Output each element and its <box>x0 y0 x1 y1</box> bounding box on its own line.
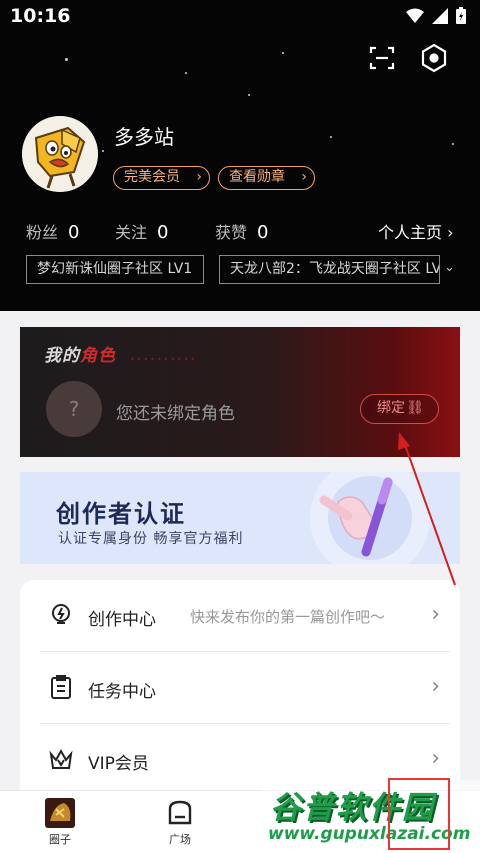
chevron-right-icon: › <box>431 674 440 699</box>
stat-value: 0 <box>68 222 80 243</box>
settings-button[interactable] <box>418 42 450 74</box>
bind-role-button[interactable]: 绑定 ⛓ <box>360 394 439 424</box>
circle-tag[interactable]: 天龙八部2：飞龙战天圈子社区 LV <box>219 255 440 284</box>
chevron-right-icon: › <box>301 169 307 185</box>
status-icons <box>406 7 466 24</box>
profile-header: 10:16 多多站 完美会员 › 查看勋章 › 粉丝 0 关注 0 获赞 0 个… <box>0 0 480 311</box>
stat-likes[interactable]: 获赞 0 <box>215 219 268 243</box>
empty-role-avatar: ? <box>46 381 102 437</box>
link-icon: ⛓ <box>406 400 424 416</box>
star-decoration <box>65 58 68 61</box>
role-title-highlight: 角色 <box>80 346 116 366</box>
role-card-title: 我的角色 <box>44 341 116 366</box>
homepage-label: 个人主页 <box>378 223 443 242</box>
avatar[interactable] <box>22 116 98 192</box>
member-badge-button[interactable]: 完美会员 › <box>113 166 210 190</box>
plaza-icon <box>168 800 192 825</box>
stat-fans[interactable]: 粉丝 0 <box>26 219 79 243</box>
status-time: 10:16 <box>10 5 71 27</box>
chevron-right-icon: › <box>196 169 202 185</box>
stat-value: 0 <box>257 222 269 243</box>
nav-tab-circle[interactable]: 圈子 <box>30 797 90 847</box>
star-decoration <box>282 52 284 54</box>
stat-label: 粉丝 <box>26 223 59 242</box>
scan-button[interactable] <box>366 42 398 74</box>
battery-icon <box>456 7 466 24</box>
view-medals-button[interactable]: 查看勋章 › <box>218 166 315 190</box>
nav-tab-label: 圈子 <box>49 833 71 846</box>
cartoon-avatar-icon <box>22 116 98 192</box>
creator-subtitle: 认证专属身份 畅享官方福利 <box>58 531 244 547</box>
role-title-prefix: 我的 <box>44 346 80 366</box>
chevron-right-icon: › <box>431 602 440 627</box>
stat-following[interactable]: 关注 0 <box>115 219 168 243</box>
username: 多多站 <box>114 125 174 149</box>
menu-item-label: 创作中心 <box>88 610 156 630</box>
star-decoration <box>330 136 332 138</box>
member-badge-label: 完美会员 <box>124 169 180 185</box>
game-avatar-icon <box>45 798 75 828</box>
circle-tag[interactable]: 梦幻新诛仙圈子社区 LV1 <box>26 255 204 284</box>
hand-pen-illustration-icon <box>310 472 430 564</box>
menu-item-label: 任务中心 <box>88 682 156 702</box>
star-decoration <box>185 72 187 74</box>
decorative-dots: •••••••••• <box>130 355 198 364</box>
chevron-right-icon: › <box>431 746 440 771</box>
star-decoration <box>452 143 454 145</box>
no-role-text: 您还未绑定角色 <box>116 404 235 424</box>
chevron-down-icon[interactable]: ⌄ <box>444 260 455 275</box>
nav-tab-plaza[interactable]: 广场 <box>150 797 210 847</box>
vip-crown-icon <box>49 748 73 769</box>
scan-icon <box>369 46 395 70</box>
status-bar: 10:16 <box>0 0 480 34</box>
nav-tab-label: 广场 <box>169 833 191 846</box>
menu-item-hint: 快来发布你的第一篇创作吧～ <box>190 608 386 626</box>
creator-title: 创作者认证 <box>56 500 186 528</box>
stat-label: 获赞 <box>215 223 248 242</box>
signal-icon <box>432 7 448 24</box>
view-medals-label: 查看勋章 <box>229 169 285 185</box>
role-binding-card: 我的角色 •••••••••• ? 您还未绑定角色 绑定 ⛓ <box>20 327 460 457</box>
nav-tab-mine-highlight[interactable] <box>388 778 450 850</box>
menu-item-creation-center[interactable]: 创作中心 快来发布你的第一篇创作吧～ › <box>40 580 450 652</box>
star-decoration <box>102 150 104 152</box>
menu-item-label: VIP会员 <box>88 754 149 774</box>
wifi-icon <box>406 8 424 23</box>
lightbulb-icon <box>52 604 70 624</box>
menu-list: 创作中心 快来发布你的第一篇创作吧～ › 任务中心 › VIP会员 › <box>20 580 460 795</box>
stat-label: 关注 <box>115 223 148 242</box>
stat-value: 0 <box>157 222 169 243</box>
homepage-link[interactable]: 个人主页 › <box>378 219 454 243</box>
star-decoration <box>248 94 250 96</box>
creator-certification-banner[interactable]: 创作者认证 认证专属身份 畅享官方福利 <box>20 472 460 564</box>
clipboard-icon <box>51 675 71 699</box>
menu-item-task-center[interactable]: 任务中心 › <box>40 652 450 724</box>
chevron-right-icon: › <box>447 223 454 242</box>
settings-hexagon-icon <box>421 43 447 73</box>
bind-label: 绑定 <box>377 400 405 416</box>
